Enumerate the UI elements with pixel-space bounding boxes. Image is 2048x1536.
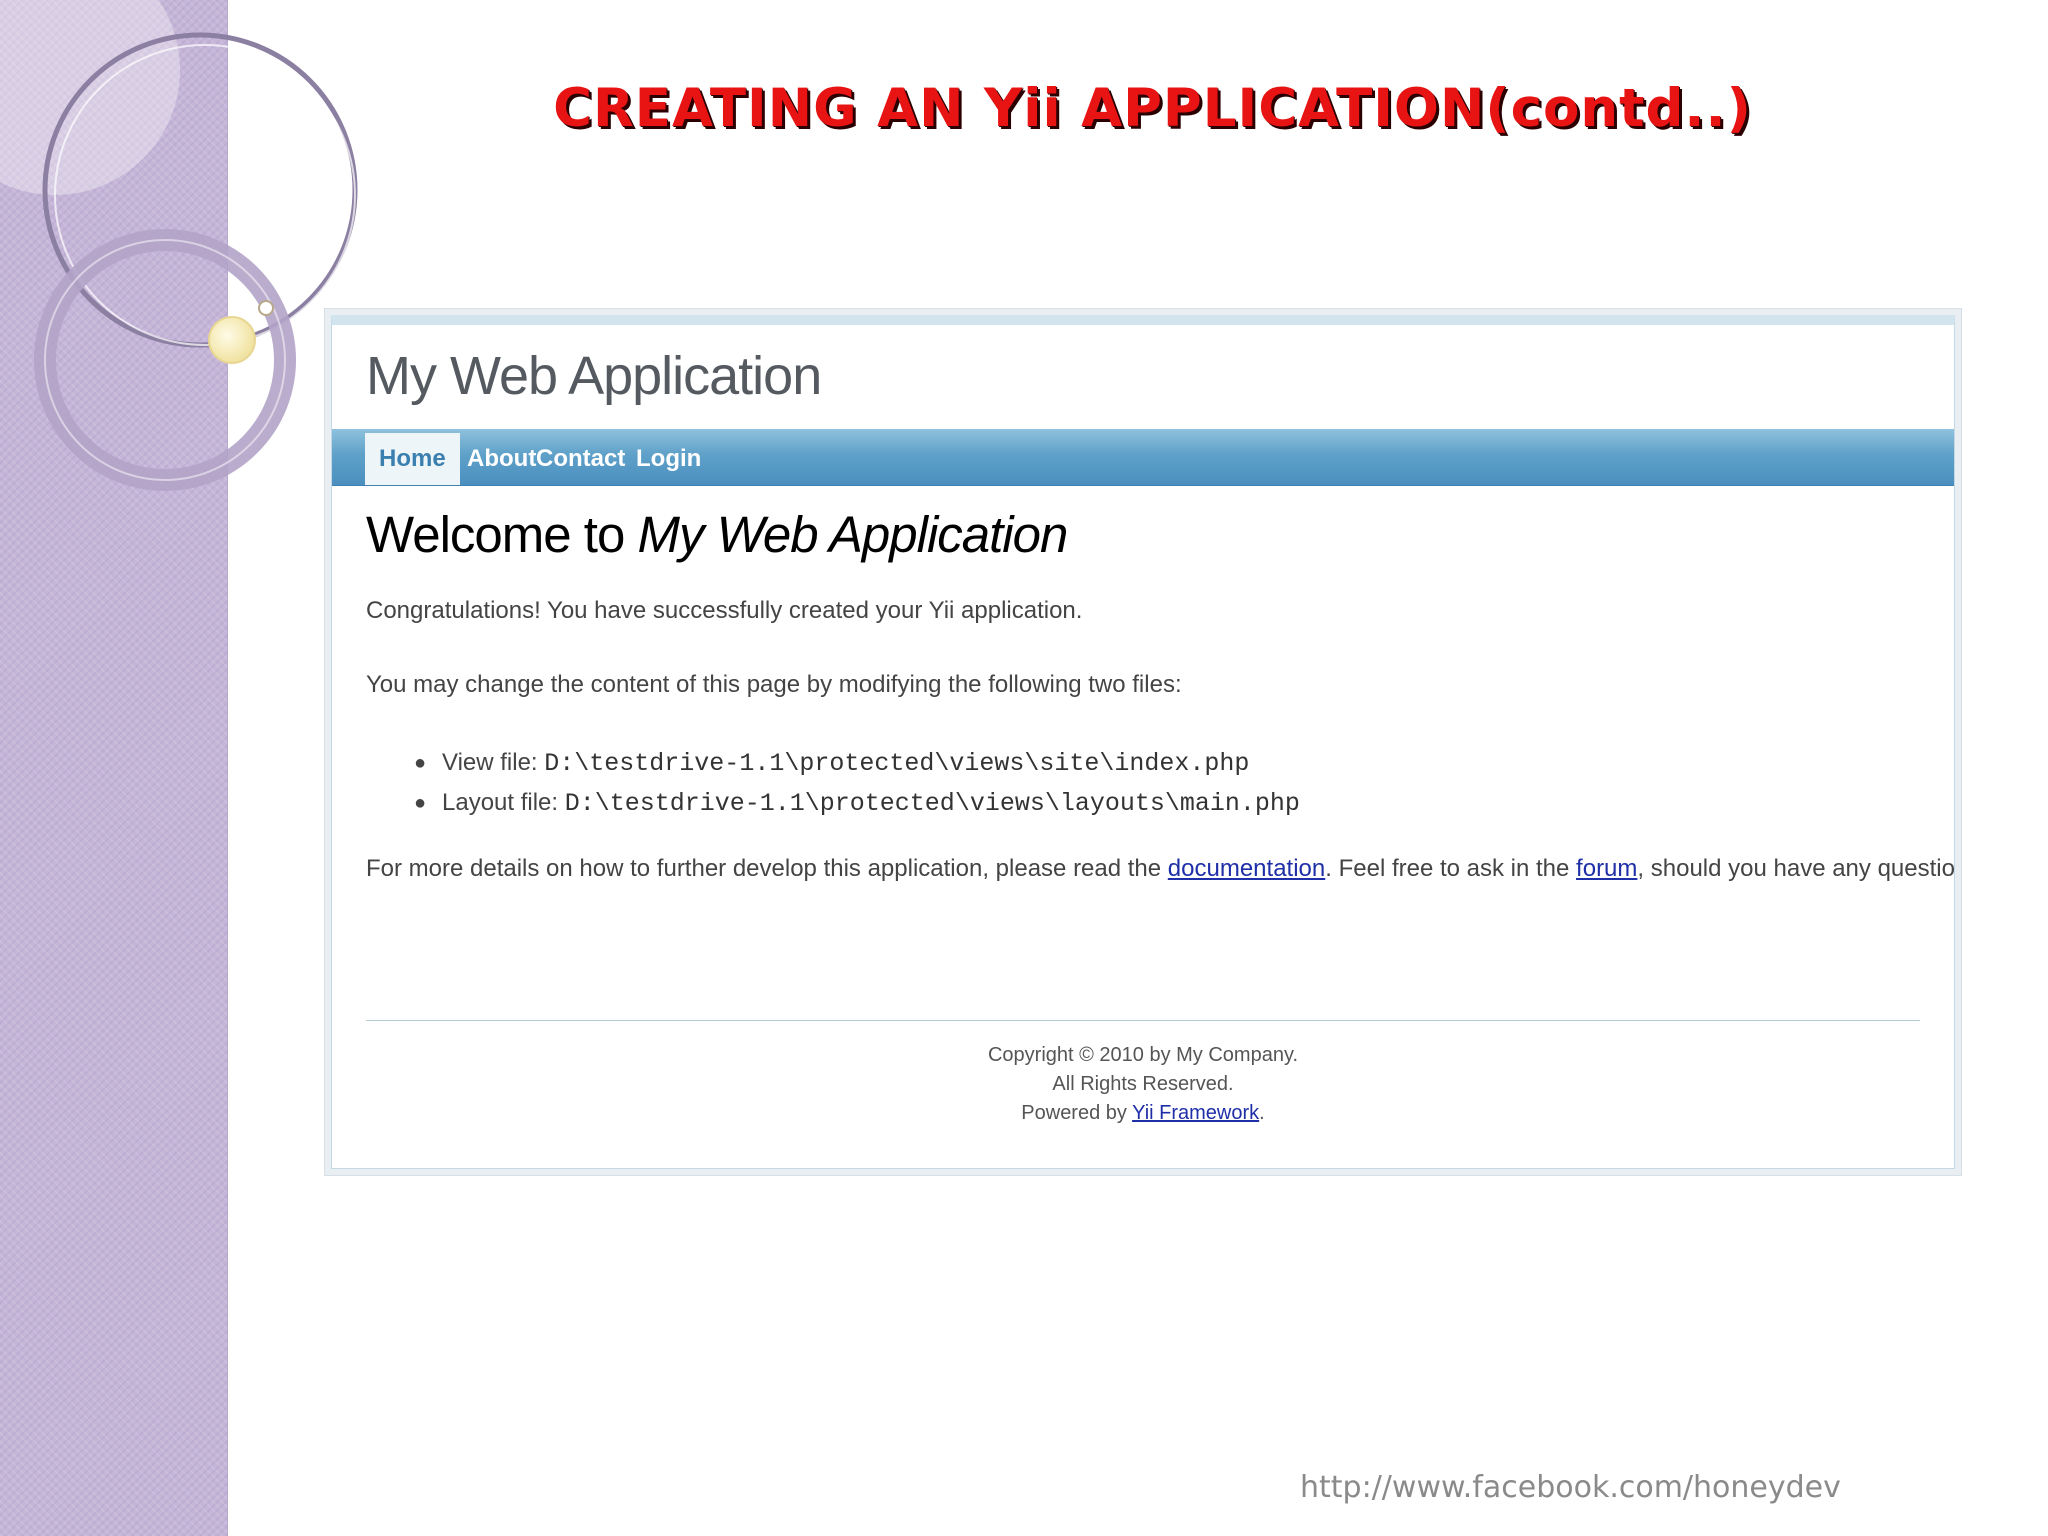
details-part2: . Feel free to ask in the bbox=[1325, 855, 1577, 882]
list-item: ● Layout file: D:\testdrive-1.1\protecte… bbox=[414, 783, 1300, 823]
footer-powered: Powered by Yii Framework. bbox=[332, 1099, 1954, 1128]
file-path: D:\testdrive-1.1\protected\views\layouts… bbox=[564, 789, 1300, 818]
change-note-text: You may change the content of this page … bbox=[366, 671, 1182, 698]
app-header: My Web Application bbox=[332, 325, 1954, 429]
app-logo[interactable]: My Web Application bbox=[366, 345, 822, 407]
file-label: View file: bbox=[442, 749, 545, 776]
congrats-text: Congratulations! You have successfully c… bbox=[366, 597, 1083, 624]
main-menu: Home About Contact Login bbox=[332, 429, 1954, 486]
slide-footer-url: http://www.facebook.com/honeydev bbox=[1300, 1470, 1841, 1505]
footer-rights: All Rights Reserved. bbox=[1052, 1073, 1234, 1095]
powered-suffix: . bbox=[1259, 1102, 1265, 1124]
slide-title: CREATING AN Yii APPLICATION(contd..) bbox=[553, 78, 1752, 139]
details-part3: , should you have any questions. bbox=[1637, 855, 1955, 882]
file-list: ● View file: D:\testdrive-1.1\protected\… bbox=[414, 743, 1300, 823]
details-part1: For more details on how to further devel… bbox=[366, 855, 1168, 882]
bullet-icon: ● bbox=[414, 792, 427, 814]
file-path: D:\testdrive-1.1\protected\views\site\in… bbox=[544, 749, 1250, 778]
menu-item-login[interactable]: Login bbox=[622, 433, 715, 485]
web-app-page: My Web Application Home About Contact Lo… bbox=[331, 315, 1955, 1169]
details-text: For more details on how to further devel… bbox=[366, 855, 1955, 883]
yii-framework-link[interactable]: Yii Framework bbox=[1132, 1102, 1259, 1124]
list-item: ● View file: D:\testdrive-1.1\protected\… bbox=[414, 743, 1300, 783]
file-label: Layout file: bbox=[442, 789, 565, 816]
heading-prefix: Welcome to bbox=[366, 506, 638, 563]
menu-item-home[interactable]: Home bbox=[365, 433, 460, 485]
main-content: Welcome to My Web Application Congratula… bbox=[366, 505, 1954, 882]
forum-link[interactable]: forum bbox=[1576, 855, 1637, 882]
screenshot-frame: My Web Application Home About Contact Lo… bbox=[324, 308, 1962, 1176]
footer-copyright: Copyright © 2010 by My Company. bbox=[987, 1044, 1299, 1066]
page-footer: Copyright © 2010 by My Company. All Righ… bbox=[332, 1041, 1954, 1128]
footer-divider bbox=[366, 1020, 1920, 1021]
documentation-link[interactable]: documentation bbox=[1168, 855, 1325, 882]
bullet-icon: ● bbox=[414, 752, 427, 774]
powered-prefix: Powered by bbox=[1021, 1102, 1133, 1124]
heading-app-name: My Web Application bbox=[637, 506, 1069, 563]
page-heading: Welcome to My Web Application bbox=[366, 505, 1920, 564]
